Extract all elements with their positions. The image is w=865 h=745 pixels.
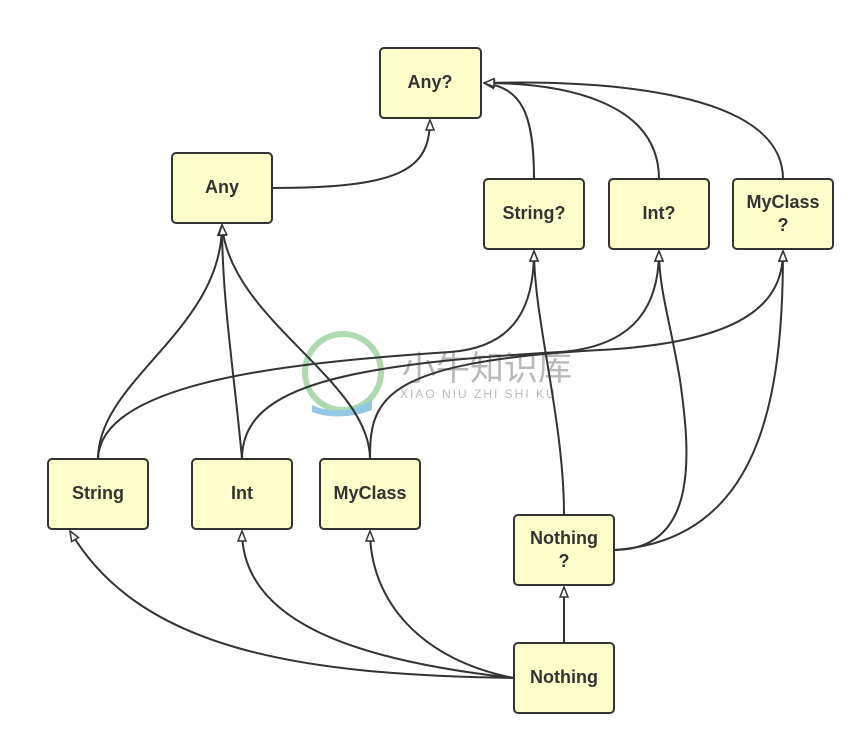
node-string: String bbox=[47, 458, 149, 530]
node-nothing: Nothing bbox=[513, 642, 615, 714]
edge-string-to-any bbox=[97, 225, 222, 460]
node-label: Any? bbox=[408, 72, 453, 92]
edge-string-nullable-to-any-nullable bbox=[484, 83, 535, 180]
edge-myclass-nullable-to-any-nullable bbox=[484, 83, 784, 180]
node-nothing-nullable: Nothing? bbox=[513, 514, 615, 586]
node-label: Any bbox=[205, 177, 239, 197]
node-any: Any bbox=[171, 152, 273, 224]
node-label: ? bbox=[778, 215, 789, 235]
edge-nothing-nullable-to-int-nullable bbox=[613, 251, 688, 551]
node-int: Int bbox=[191, 458, 293, 530]
node-string-nullable: String? bbox=[483, 178, 585, 250]
node-myclass-nullable: MyClass? bbox=[732, 178, 834, 250]
node-label: Int bbox=[231, 483, 253, 503]
node-label: MyClass bbox=[333, 483, 406, 503]
edge-nothing-nullable-to-myclass-nullable bbox=[613, 251, 783, 551]
node-int-nullable: Int? bbox=[608, 178, 710, 250]
node-myclass: MyClass bbox=[319, 458, 421, 530]
type-hierarchy-diagram: 小牛知识库 XIAO NIU ZHI SHI KU Any? Any Strin… bbox=[47, 47, 834, 714]
node-label: Nothing bbox=[530, 667, 598, 687]
edge-any-to-any-nullable bbox=[271, 120, 430, 189]
edge-nothing-to-int bbox=[242, 531, 515, 679]
edge-nothing-to-myclass bbox=[370, 531, 515, 679]
edge-myclass-to-any bbox=[222, 225, 371, 460]
node-label: ? bbox=[559, 551, 570, 571]
edge-int-nullable-to-any-nullable bbox=[484, 83, 660, 180]
node-label: String bbox=[72, 483, 124, 503]
node-any-nullable: Any? bbox=[379, 47, 482, 119]
node-label: MyClass bbox=[746, 192, 819, 212]
node-label: String? bbox=[503, 203, 566, 223]
node-label: Nothing bbox=[530, 528, 598, 548]
watermark-en: XIAO NIU ZHI SHI KU bbox=[400, 387, 557, 401]
node-label: Int? bbox=[643, 203, 676, 223]
